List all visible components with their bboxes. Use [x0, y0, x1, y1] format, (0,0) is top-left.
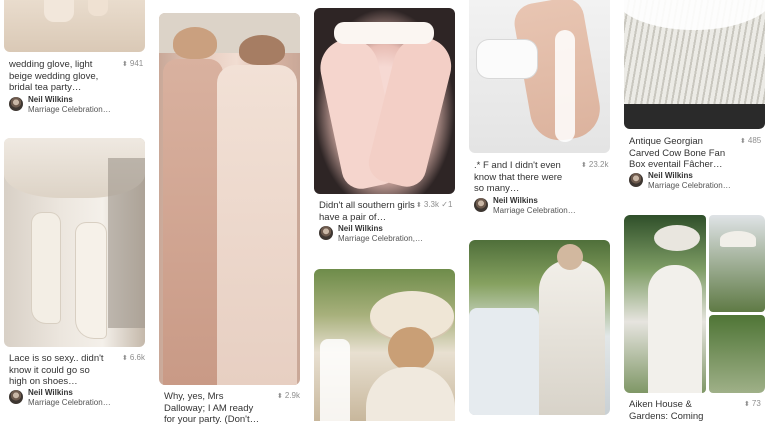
board-name[interactable]: Marriage Celebration…	[648, 181, 731, 190]
save-count: ⬍ 73	[744, 399, 761, 408]
head-shape	[557, 244, 583, 270]
chair-shape	[320, 339, 350, 421]
hat-left-shape	[173, 27, 217, 59]
lace-cuff-shape	[477, 40, 537, 78]
pushpin-icon: ⬍	[277, 393, 283, 400]
board-name[interactable]: Marriage Celebration,…	[338, 234, 423, 243]
pushpin-icon: ⬍	[122, 355, 128, 362]
boot-left-shape	[32, 213, 60, 323]
pushpin-icon: ⬍	[122, 61, 128, 68]
avatar[interactable]	[474, 198, 488, 212]
head-shape	[388, 327, 434, 371]
pin-card-georgian-fan[interactable]: Antique Georgian Carved Cow Bone Fan Box…	[624, 0, 765, 190]
pin-image[interactable]	[4, 138, 145, 347]
pin-image[interactable]	[159, 13, 300, 385]
woman-dress-shape	[539, 260, 605, 415]
dress-left-shape	[163, 59, 223, 385]
save-count: ⬍ 485	[740, 136, 762, 145]
pin-card-dalloway-dresses[interactable]: Why, yes, Mrs Dalloway; I AM ready for y…	[159, 13, 300, 425]
pin-image[interactable]	[624, 215, 765, 393]
pin-description[interactable]: Aiken House & Gardens: Coming	[629, 399, 729, 422]
ruffle-shape	[334, 22, 434, 44]
fan-edge-shape	[624, 0, 765, 30]
lace-overlay-shape	[555, 30, 575, 142]
hand-shape	[44, 0, 74, 22]
collage-parasol-shape	[720, 231, 756, 247]
collage-bottom-right-shape	[709, 315, 765, 393]
hand-shape	[88, 0, 108, 16]
board-name[interactable]: Marriage Celebration…	[493, 206, 576, 215]
save-count: ⬍ 2.9k	[277, 391, 300, 400]
pin-image[interactable]	[4, 0, 145, 52]
fan-base-shape	[624, 104, 765, 129]
wall-panel-shape	[108, 158, 145, 328]
board-name[interactable]: Marriage Celebration…	[28, 105, 111, 114]
pinner-name[interactable]: Neil Wilkins	[28, 95, 73, 104]
save-count: ⬍ 941	[122, 59, 144, 68]
pin-description[interactable]: .* F and I didn't even know that there w…	[474, 160, 574, 195]
pin-card-tea-table[interactable]	[469, 240, 610, 415]
avatar[interactable]	[319, 226, 333, 240]
save-count: ⬍ 6.6k	[122, 353, 145, 362]
pushpin-icon: ⬍	[740, 138, 746, 145]
pushpin-icon: ⬍	[744, 401, 750, 408]
pin-image[interactable]	[314, 269, 455, 421]
pin-image[interactable]	[469, 0, 610, 153]
collage-top-right-shape	[709, 215, 765, 312]
pin-description[interactable]: wedding glove, light beige wedding glove…	[9, 59, 109, 94]
pin-description[interactable]: Lace is so sexy.. didn't know it could g…	[9, 353, 109, 388]
pin-image[interactable]	[469, 240, 610, 415]
pinner-name[interactable]: Neil Wilkins	[648, 171, 693, 180]
pushpin-icon: ⬍	[416, 202, 422, 209]
pinner-name[interactable]: Neil Wilkins	[28, 388, 73, 397]
pin-description[interactable]: Didn't all southern girls have a pair of…	[319, 200, 419, 223]
avatar[interactable]	[9, 390, 23, 404]
pinner-name[interactable]: Neil Wilkins	[493, 196, 538, 205]
pin-description[interactable]: Antique Georgian Carved Cow Bone Fan Box…	[629, 136, 729, 171]
pin-card-wedding-glove[interactable]: wedding glove, light beige wedding glove…	[4, 0, 145, 115]
pin-card-garden-tea[interactable]	[314, 269, 455, 421]
pin-card-lace-glove-hand[interactable]: .* F and I didn't even know that there w…	[469, 0, 610, 222]
pin-image[interactable]	[314, 8, 455, 194]
dress-right-shape	[217, 65, 297, 385]
pinner-name[interactable]: Neil Wilkins	[338, 224, 383, 233]
pin-card-aiken-house[interactable]: Aiken House & Gardens: Coming ⬍ 73	[624, 215, 765, 422]
collage-hat-shape	[654, 225, 700, 251]
hat-right-shape	[239, 35, 285, 65]
boot-right-shape	[76, 223, 106, 338]
avatar[interactable]	[629, 173, 643, 187]
collage-dress-shape	[648, 265, 702, 393]
pin-description[interactable]: Why, yes, Mrs Dalloway; I AM ready for y…	[164, 391, 264, 426]
save-count: ⬍ 3.3k ✓1	[416, 200, 453, 209]
pushpin-icon: ⬍	[581, 162, 587, 169]
pin-card-southern-gloves[interactable]: Didn't all southern girls have a pair of…	[314, 8, 455, 248]
checkmark-icon: ✓	[441, 200, 448, 209]
pin-card-lace-boots[interactable]: Lace is so sexy.. didn't know it could g…	[4, 138, 145, 421]
shoulder-shape	[366, 367, 455, 421]
avatar[interactable]	[9, 97, 23, 111]
pin-image[interactable]	[624, 0, 765, 129]
save-count: ⬍ 23.2k	[581, 160, 609, 169]
table-shape	[469, 308, 539, 415]
board-name[interactable]: Marriage Celebration…	[28, 398, 111, 407]
